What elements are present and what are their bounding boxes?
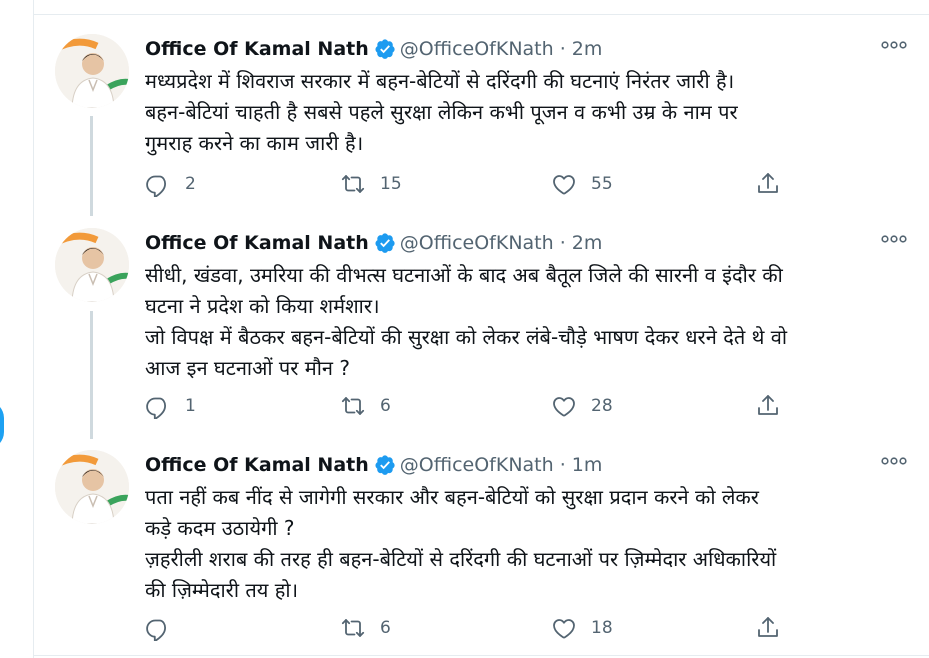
author-name[interactable]: Office Of Kamal Nath (145, 38, 369, 60)
tweet-text-line: पता नहीं कब नींद से जागेगी सरकार और बहन-… (145, 485, 759, 509)
thread-connector-line (90, 311, 93, 439)
separator-dot: · (559, 38, 566, 60)
reply-icon (146, 619, 166, 641)
like-count: 55 (591, 174, 613, 194)
reply-icon (146, 397, 166, 419)
tweet-text-line: कड़े कदम उठायेगी ? (145, 516, 295, 540)
reply-count: 2 (185, 174, 196, 194)
tweet-text-line: आज इन घटनाओं पर मौन ? (145, 356, 351, 380)
like-count: 18 (591, 618, 613, 638)
like-icon (553, 397, 575, 417)
verified-badge-icon (375, 39, 395, 59)
like-button[interactable]: 28 (551, 392, 613, 420)
avatar[interactable] (55, 228, 129, 302)
tweet-text: सीधी, खंडवा, उमरिया की वीभत्स घटनाओं के … (145, 260, 925, 384)
retweet-icon (341, 397, 365, 415)
reply-button[interactable] (145, 614, 185, 642)
tweet-header: Office Of Kamal Nath @OfficeOfKNath · 2m (145, 34, 602, 64)
avatar[interactable] (55, 34, 129, 108)
reply-button[interactable]: 1 (145, 392, 196, 420)
author-name[interactable]: Office Of Kamal Nath (145, 454, 369, 476)
retweet-button[interactable]: 6 (340, 614, 391, 642)
verified-badge-icon (375, 233, 395, 253)
author-handle[interactable]: @OfficeOfKNath (400, 38, 554, 60)
more-options-icon[interactable] (881, 454, 907, 468)
separator-dot: · (559, 454, 566, 476)
tweet-text-line: बहन-बेटियां चाहती है सबसे पहले सुरक्षा ल… (145, 100, 738, 124)
reply-count: 1 (185, 396, 196, 416)
more-options-icon[interactable] (881, 232, 907, 246)
tweet-header: Office Of Kamal Nath @OfficeOfKNath · 2m (145, 228, 602, 258)
separator-dot: · (559, 232, 566, 254)
like-icon (553, 619, 575, 639)
like-button[interactable]: 18 (551, 614, 613, 642)
retweet-icon (341, 175, 365, 193)
retweet-button[interactable]: 6 (340, 392, 391, 420)
reply-icon (146, 175, 166, 197)
share-button[interactable] (755, 614, 781, 642)
share-button[interactable] (755, 392, 781, 420)
tweet-text-line: सीधी, खंडवा, उमरिया की वीभत्स घटनाओं के … (145, 263, 783, 287)
retweet-count: 6 (380, 618, 391, 638)
avatar[interactable] (55, 450, 129, 524)
tweet-text: मध्यप्रदेश में शिवराज सरकार में बहन-बेटि… (145, 66, 925, 159)
like-count: 28 (591, 396, 613, 416)
share-icon (758, 173, 778, 193)
tweet-text-line: गुमराह करने का काम जारी है। (145, 131, 364, 155)
tweet-timestamp[interactable]: 1m (572, 454, 603, 476)
retweet-icon (341, 619, 365, 637)
tweet-text-line: मध्यप्रदेश में शिवराज सरकार में बहन-बेटि… (145, 69, 735, 93)
author-handle[interactable]: @OfficeOfKNath (400, 454, 554, 476)
tweet-header: Office Of Kamal Nath @OfficeOfKNath · 1m (145, 450, 602, 480)
share-button[interactable] (755, 170, 781, 198)
author-handle[interactable]: @OfficeOfKNath (400, 232, 554, 254)
tweet-text-line: ज़हरीली शराब की तरह ही बहन-बेटियों से दर… (145, 547, 777, 571)
tweet-text-line: घटना ने प्रदेश को किया शर्मशार। (145, 294, 380, 318)
reply-button[interactable]: 2 (145, 170, 196, 198)
thread-connector-line (90, 116, 93, 216)
tweet-text: पता नहीं कब नींद से जागेगी सरकार और बहन-… (145, 482, 925, 606)
tweet-text-line: की ज़िम्मेदारी तय हो। (145, 578, 299, 602)
retweet-count: 6 (380, 396, 391, 416)
author-name[interactable]: Office Of Kamal Nath (145, 232, 369, 254)
share-icon (758, 617, 778, 637)
tweet-timestamp[interactable]: 2m (572, 232, 603, 254)
like-icon (553, 175, 575, 195)
tweet-actions: 2 15 55 (145, 170, 805, 198)
tweet-text-line: जो विपक्ष में बैठकर बहन-बेटियों की सुरक्… (145, 325, 788, 349)
share-icon (758, 395, 778, 415)
verified-badge-icon (375, 455, 395, 475)
timeline-bottom-divider (33, 655, 929, 656)
timeline-left-border (33, 0, 34, 658)
retweet-count: 15 (380, 174, 402, 194)
tweet-actions: 6 18 (145, 614, 805, 642)
tweet-timestamp[interactable]: 2m (572, 38, 603, 60)
timeline-top-divider (33, 14, 929, 15)
compose-tweet-button[interactable] (0, 401, 4, 449)
more-options-icon[interactable] (881, 38, 907, 52)
retweet-button[interactable]: 15 (340, 170, 402, 198)
like-button[interactable]: 55 (551, 170, 613, 198)
tweet-actions: 1 6 28 (145, 392, 805, 420)
